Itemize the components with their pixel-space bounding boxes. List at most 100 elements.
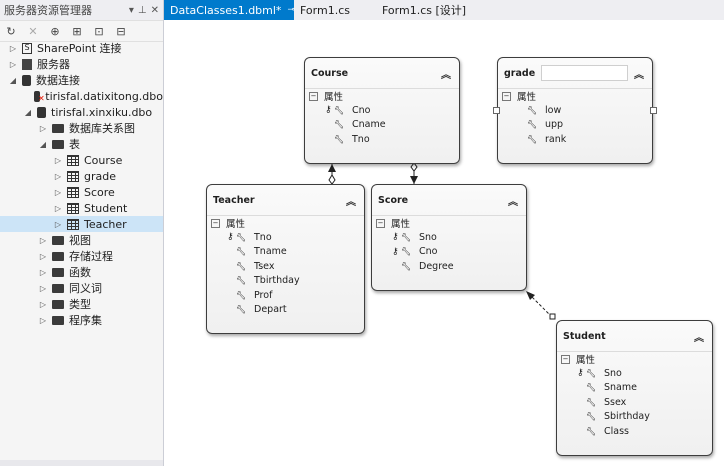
entity-property[interactable]: 🔧︎ Class xyxy=(557,424,712,439)
entity-property[interactable]: ⚷ 🔧︎ Cno xyxy=(372,245,526,260)
properties-section[interactable]: − 属性 xyxy=(498,89,652,103)
property-name: Class xyxy=(604,425,629,437)
entity-name: Course xyxy=(311,67,349,79)
tree-node[interactable]: ▷ 程序集 xyxy=(0,312,163,328)
collapse-arrow-icon[interactable]: ◢ xyxy=(38,140,48,149)
entity-property[interactable]: 🔧︎ Depart xyxy=(207,303,364,318)
tree-node[interactable]: ✕ tirisfal.datixitong.dbo xyxy=(0,88,163,104)
entity-property[interactable]: ⚷ 🔧︎ Cno xyxy=(305,103,459,118)
properties-section[interactable]: − 属性 xyxy=(372,216,526,230)
tab-document[interactable]: DataClasses1.dbml* ⊸ ✕ xyxy=(164,0,309,20)
entity-teacher[interactable]: Teacher ︽ − 属性 ⚷ 🔧︎ Tno 🔧︎ Tname 🔧︎ Tsex 🔧︎ Tbirth… xyxy=(206,184,365,334)
entity-property[interactable]: 🔧︎ Tname xyxy=(207,245,364,260)
tree-node[interactable]: ▷ grade xyxy=(0,168,163,184)
collapse-section-icon[interactable]: − xyxy=(309,91,318,101)
collapse-section-icon[interactable]: − xyxy=(376,218,385,228)
resize-handle-right[interactable] xyxy=(650,107,657,114)
expand-arrow-icon[interactable]: ▷ xyxy=(38,252,48,261)
property-name: Prof xyxy=(254,289,273,301)
expand-arrow-icon[interactable]: ▷ xyxy=(53,156,63,165)
expand-arrow-icon[interactable]: ▷ xyxy=(8,44,18,53)
properties-section[interactable]: − 属性 xyxy=(557,352,712,366)
tree-node[interactable]: ▷ 存储过程 xyxy=(0,248,163,264)
tree-node[interactable]: ▷ Student xyxy=(0,200,163,216)
properties-section[interactable]: − 属性 xyxy=(207,216,364,230)
connect-server-icon[interactable]: ⊞ xyxy=(70,24,84,38)
tab-document[interactable]: Form1.cs xyxy=(294,0,376,20)
expand-arrow-icon[interactable]: ▷ xyxy=(38,268,48,277)
association-handle[interactable] xyxy=(549,313,556,320)
collapse-chevron-icon[interactable]: ︽ xyxy=(694,329,704,344)
arrow-head xyxy=(410,176,418,184)
expand-arrow-icon[interactable]: ▷ xyxy=(53,220,63,229)
entity-property[interactable]: 🔧︎ Tsex xyxy=(207,259,364,274)
tree-node[interactable]: ▷ 类型 xyxy=(0,296,163,312)
tree-node[interactable]: ▷ 函数 xyxy=(0,264,163,280)
collapse-chevron-icon[interactable]: ︽ xyxy=(634,66,644,81)
expand-arrow-icon[interactable]: ▷ xyxy=(53,204,63,213)
entity-name: grade xyxy=(504,67,536,79)
tab-document[interactable]: Form1.cs [设计] xyxy=(376,0,498,20)
tree-node[interactable]: ▷ 数据库关系图 xyxy=(0,120,163,136)
tree-node[interactable]: ◢ 表 xyxy=(0,136,163,152)
expand-arrow-icon[interactable]: ▷ xyxy=(38,124,48,133)
tree-node[interactable]: ◢ 数据连接 xyxy=(0,72,163,88)
expand-arrow-icon[interactable]: ▷ xyxy=(38,316,48,325)
tree-node[interactable]: ▷ S SharePoint 连接 xyxy=(0,40,163,56)
entity-property[interactable]: 🔧︎ Prof xyxy=(207,288,364,303)
expand-arrow-icon[interactable]: ▷ xyxy=(38,236,48,245)
tree-node[interactable]: ▷ Score xyxy=(0,184,163,200)
entity-property[interactable]: ⚷ 🔧︎ Sno xyxy=(557,366,712,381)
close-icon[interactable]: ✕ xyxy=(151,5,159,16)
tree-node[interactable]: ▷ 同义词 xyxy=(0,280,163,296)
expand-arrow-icon[interactable]: ▷ xyxy=(53,188,63,197)
server-explorer-tree: ▷ S SharePoint 连接 ▷ 服务器 ◢ 数据连接 ✕ tirisfal.datixi… xyxy=(0,40,163,328)
refresh-icon[interactable]: ↻ xyxy=(4,24,18,38)
dropdown-icon[interactable]: ▾ xyxy=(129,5,134,16)
tree-node[interactable]: ▷ 视图 xyxy=(0,232,163,248)
collapse-section-icon[interactable]: − xyxy=(211,218,220,228)
entity-property[interactable]: ⚷ 🔧︎ Sno xyxy=(372,230,526,245)
tree-node-label: 服务器 xyxy=(37,58,70,71)
tree-node[interactable]: ◢ tirisfal.xinxiku.dbo xyxy=(0,104,163,120)
entity-property[interactable]: 🔧︎ rank xyxy=(498,132,652,147)
expand-arrow-icon[interactable]: ▷ xyxy=(38,300,48,309)
entity-property[interactable]: 🔧︎ Sname xyxy=(557,381,712,396)
collapse-chevron-icon[interactable]: ︽ xyxy=(441,66,451,81)
entity-property[interactable]: 🔧︎ Tno xyxy=(305,132,459,147)
expand-arrow-icon[interactable]: ▷ xyxy=(53,172,63,181)
entity-property[interactable]: 🔧︎ Sbirthday xyxy=(557,410,712,425)
entity-property[interactable]: 🔧︎ Degree xyxy=(372,259,526,274)
entity-property[interactable]: ⚷ 🔧︎ Tno xyxy=(207,230,364,245)
connect-database-icon[interactable]: ⊕ xyxy=(48,24,62,38)
stop-icon[interactable]: ✕ xyxy=(26,24,40,38)
collapse-arrow-icon[interactable]: ◢ xyxy=(23,108,33,117)
collapse-section-icon[interactable]: − xyxy=(502,91,511,101)
entity-course[interactable]: Course ︽ − 属性 ⚷ 🔧︎ Cno 🔧︎ Cname 🔧︎ Tno xyxy=(304,57,460,164)
rename-textbox[interactable] xyxy=(541,65,628,81)
folder-icon xyxy=(52,251,64,261)
expand-arrow-icon[interactable]: ▷ xyxy=(38,284,48,293)
properties-section[interactable]: − 属性 xyxy=(305,89,459,103)
entity-property[interactable]: 🔧︎ Cname xyxy=(305,118,459,133)
expand-arrow-icon[interactable]: ▷ xyxy=(8,60,18,69)
entity-property[interactable]: 🔧︎ Tbirthday xyxy=(207,274,364,289)
entity-property[interactable]: 🔧︎ Ssex xyxy=(557,395,712,410)
tree-node[interactable]: ▷ Teacher xyxy=(0,216,163,232)
dbml-designer-canvas[interactable]: Course ︽ − 属性 ⚷ 🔧︎ Cno 🔧︎ Cname 🔧︎ Tno grade ︽ − 属… xyxy=(164,20,724,466)
properties-icon[interactable]: ⊟ xyxy=(114,24,128,38)
entity-student[interactable]: Student ︽ − 属性 ⚷ 🔧︎ Sno 🔧︎ Sname 🔧︎ Ssex 🔧︎ Sbirth… xyxy=(556,320,713,456)
tree-node[interactable]: ▷ 服务器 xyxy=(0,56,163,72)
sharepoint-connect-icon[interactable]: ⊡ xyxy=(92,24,106,38)
collapse-section-icon[interactable]: − xyxy=(561,354,570,364)
entity-property[interactable]: 🔧︎ upp xyxy=(498,118,652,133)
collapse-chevron-icon[interactable]: ︽ xyxy=(346,193,356,208)
entity-property[interactable]: 🔧︎ low xyxy=(498,103,652,118)
resize-handle-left[interactable] xyxy=(493,107,500,114)
collapse-chevron-icon[interactable]: ︽ xyxy=(508,193,518,208)
collapse-arrow-icon[interactable]: ◢ xyxy=(8,76,18,85)
entity-grade[interactable]: grade ︽ − 属性 🔧︎ low 🔧︎ upp 🔧︎ rank xyxy=(493,57,657,164)
entity-score[interactable]: Score ︽ − 属性 ⚷ 🔧︎ Sno ⚷ 🔧︎ Cno 🔧︎ Degree xyxy=(371,184,527,291)
pin-icon[interactable]: ⊥ xyxy=(138,5,147,16)
tree-node[interactable]: ▷ Course xyxy=(0,152,163,168)
